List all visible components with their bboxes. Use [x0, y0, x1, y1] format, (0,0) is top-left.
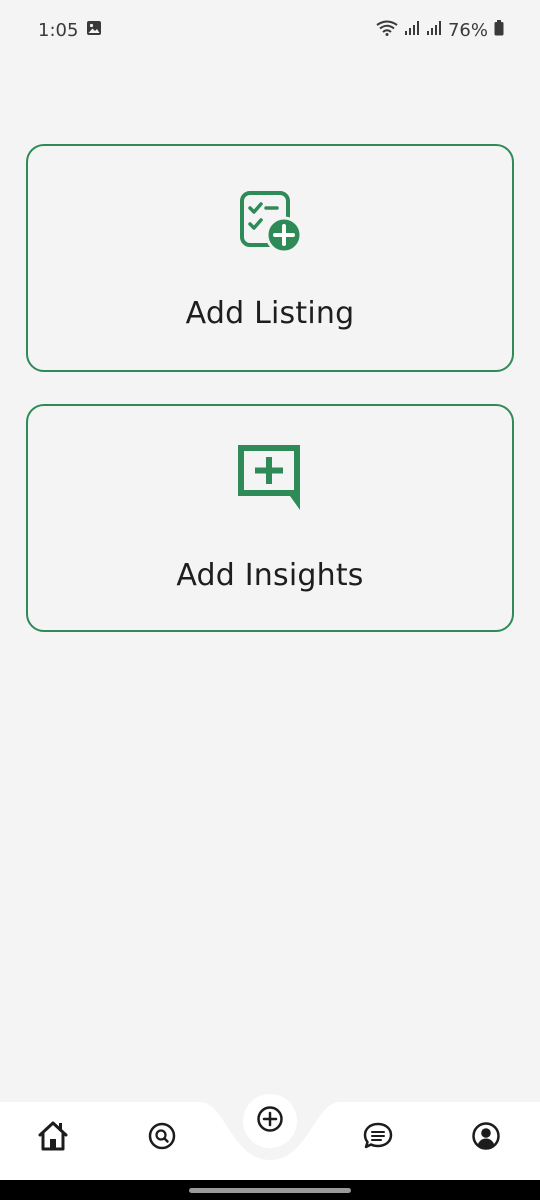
- add-insights-card[interactable]: Add Insights: [26, 404, 514, 632]
- add-listing-checklist-icon: [235, 188, 305, 258]
- nav-add[interactable]: [243, 1094, 297, 1148]
- status-time: 1:05: [38, 19, 79, 41]
- add-insight-chat-icon: [235, 442, 305, 512]
- nav-home[interactable]: [33, 1118, 73, 1158]
- nav-chat[interactable]: [358, 1118, 398, 1158]
- status-right: 76%: [376, 19, 504, 41]
- battery-icon: [494, 19, 504, 41]
- add-listing-label: Add Listing: [185, 296, 355, 331]
- wifi-icon: [376, 20, 398, 41]
- profile-icon: [471, 1121, 501, 1155]
- status-left: 1:05: [38, 20, 102, 41]
- signal-icon: [404, 20, 420, 41]
- add-listing-card[interactable]: Add Listing: [26, 144, 514, 372]
- chat-icon: [362, 1121, 394, 1155]
- add-icon: [256, 1105, 284, 1137]
- system-gesture-bar: [0, 1180, 540, 1200]
- signal-icon: [426, 20, 442, 41]
- status-bar: 1:05 76%: [0, 0, 540, 60]
- nav-search[interactable]: [142, 1118, 182, 1158]
- image-notification-icon: [86, 20, 102, 41]
- nav-profile[interactable]: [466, 1118, 506, 1158]
- search-icon: [147, 1121, 177, 1155]
- battery-percent: 76%: [447, 19, 488, 41]
- home-icon: [36, 1119, 70, 1157]
- add-insights-label: Add Insights: [176, 558, 364, 593]
- gesture-handle[interactable]: [189, 1188, 351, 1193]
- bottom-navigation: [0, 1094, 540, 1180]
